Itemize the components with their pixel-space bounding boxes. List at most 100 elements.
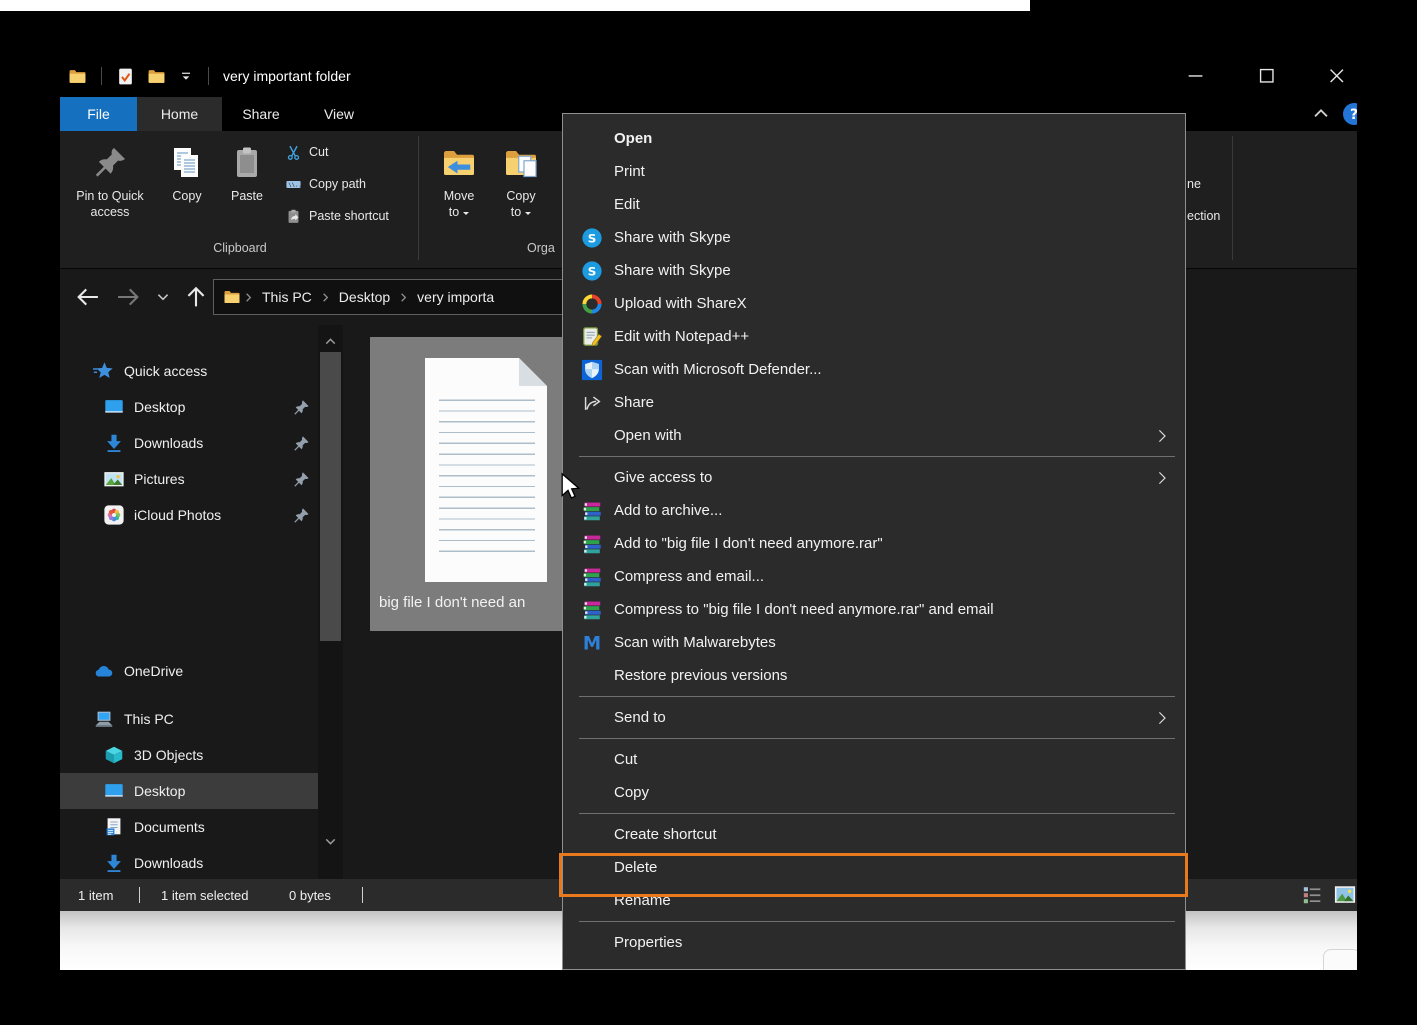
quick-access-properties-icon[interactable]	[116, 67, 135, 86]
sidebar-item-pictures[interactable]: Pictures	[60, 461, 318, 497]
recent-locations-chevron-icon[interactable]	[152, 283, 174, 311]
sidebar-item-downloads[interactable]: Downloads	[60, 425, 318, 461]
sidebar-scrollbar[interactable]	[318, 325, 343, 879]
sidebar-item-quick-access[interactable]: Quick access	[60, 353, 318, 389]
sidebar-item-label: This PC	[124, 711, 174, 727]
menu-item-add-to-archive[interactable]: Add to archive...	[563, 494, 1185, 527]
tab-home[interactable]: Home	[137, 97, 222, 131]
menu-item-label: Edit	[614, 196, 1171, 213]
pin-icon	[293, 507, 310, 524]
menu-item-scan-with-malwarebytes[interactable]: Scan with Malwarebytes	[563, 626, 1185, 659]
winrar-icon	[581, 599, 603, 621]
sidebar-item-label: Quick access	[124, 363, 207, 379]
help-icon[interactable]	[1342, 102, 1357, 126]
context-menu-items: Open Print Edit Share with Skype Share w…	[563, 122, 1185, 959]
pin-icon	[293, 471, 310, 488]
tab-view[interactable]: View	[300, 97, 378, 131]
move-to-icon	[441, 145, 477, 181]
menu-item-label: Send to	[614, 709, 1153, 726]
menu-item-send-to[interactable]: Send to	[563, 701, 1185, 734]
skype-icon	[581, 227, 603, 249]
menu-item-label: Scan with Malwarebytes	[614, 634, 1171, 651]
sidebar-item-label: Desktop	[134, 783, 185, 799]
close-button[interactable]	[1314, 55, 1357, 97]
menu-item-label: Properties	[614, 934, 1171, 951]
menu-item-open[interactable]: Open	[563, 122, 1185, 155]
sidebar-item-downloads[interactable]: Downloads	[60, 845, 318, 879]
menu-item-cut[interactable]: Cut	[563, 743, 1185, 776]
ribbon-group-divider	[1232, 136, 1233, 260]
ribbon-group-divider	[418, 136, 419, 260]
menu-item-edit-with-notepad[interactable]: Edit with Notepad++	[563, 320, 1185, 353]
menu-item-delete[interactable]: Delete	[563, 851, 1185, 884]
paste-shortcut-button[interactable]: Paste shortcut	[285, 203, 389, 229]
documents-icon	[103, 816, 125, 838]
copy-path-button[interactable]: Copy path	[285, 171, 366, 197]
menu-item-label: Add to "big file I don't need anymore.ra…	[614, 535, 1171, 552]
maximize-button[interactable]	[1244, 55, 1290, 97]
breadcrumb-chevron-icon[interactable]	[318, 290, 333, 305]
sidebar-item-this-pc[interactable]: This PC	[60, 701, 318, 737]
customize-quick-access-toolbar-icon[interactable]	[178, 68, 194, 84]
breadcrumb-current-folder[interactable]: very importa	[411, 289, 500, 305]
forward-icon[interactable]	[114, 283, 142, 311]
menu-item-edit[interactable]: Edit	[563, 188, 1185, 221]
menu-item-create-shortcut[interactable]: Create shortcut	[563, 818, 1185, 851]
tab-share[interactable]: Share	[222, 97, 300, 131]
cut-label: Cut	[309, 145, 328, 159]
menu-item-properties[interactable]: Properties	[563, 926, 1185, 959]
menu-item-scan-with-microsoft-defender[interactable]: Scan with Microsoft Defender...	[563, 353, 1185, 386]
sidebar-item-icloud-photos[interactable]: iCloud Photos	[60, 497, 318, 533]
menu-item-share-with-skype[interactable]: Share with Skype	[563, 254, 1185, 287]
sidebar-item-desktop[interactable]: Desktop	[60, 389, 318, 425]
close-icon	[1326, 65, 1348, 87]
sidebar-item-label: OneDrive	[124, 663, 183, 679]
sidebar-item-onedrive[interactable]: OneDrive	[60, 653, 318, 689]
sidebar-item-documents[interactable]: Documents	[60, 809, 318, 845]
move-to-button[interactable]: Moveto	[428, 137, 490, 261]
menu-item-label: Open	[614, 130, 1171, 147]
tab-file[interactable]: File	[60, 97, 137, 131]
submenu-chevron-icon	[1153, 469, 1171, 487]
quick-access-new-folder-icon[interactable]	[147, 67, 166, 86]
scroll-up-icon[interactable]	[322, 333, 339, 350]
minimize-button[interactable]	[1173, 55, 1219, 97]
scroll-down-icon[interactable]	[322, 833, 339, 850]
menu-item-restore-previous-versions[interactable]: Restore previous versions	[563, 659, 1185, 692]
back-icon[interactable]	[74, 283, 102, 311]
menu-item-share[interactable]: Share	[563, 386, 1185, 419]
menu-item-label: Rename	[614, 892, 1171, 909]
scissors-icon	[285, 144, 302, 161]
selection-size: 0 bytes	[289, 879, 331, 911]
menu-item-compress-to-big-file-i-don-t-need-anymore-rar-and-email[interactable]: Compress to "big file I don't need anymo…	[563, 593, 1185, 626]
sidebar-item-3d-objects[interactable]: 3D Objects	[60, 737, 318, 773]
menu-item-give-access-to[interactable]: Give access to	[563, 461, 1185, 494]
background-white-strip	[0, 0, 1030, 11]
thumbnail-view-icon[interactable]	[1332, 884, 1357, 906]
sidebar-item-label: Downloads	[134, 855, 203, 871]
scrollbar-thumb[interactable]	[320, 352, 341, 641]
menu-item-share-with-skype[interactable]: Share with Skype	[563, 221, 1185, 254]
cut-button[interactable]: Cut	[285, 139, 328, 165]
sidebar-item-desktop[interactable]: Desktop	[60, 773, 318, 809]
menu-item-label: Scan with Microsoft Defender...	[614, 361, 1171, 378]
breadcrumb-this-pc[interactable]: This PC	[256, 289, 318, 305]
sidebar-item-label: Pictures	[134, 471, 185, 487]
menu-item-compress-and-email[interactable]: Compress and email...	[563, 560, 1185, 593]
breadcrumb-desktop[interactable]: Desktop	[333, 289, 396, 305]
menu-item-add-to-big-file-i-don-t-need-anymore-rar[interactable]: Add to "big file I don't need anymore.ra…	[563, 527, 1185, 560]
titlebar-divider	[101, 67, 102, 85]
menu-item-print[interactable]: Print	[563, 155, 1185, 188]
up-icon[interactable]	[182, 283, 210, 311]
details-view-icon[interactable]	[1300, 884, 1326, 906]
selected-file-tile[interactable]: big file I don't need an	[370, 337, 582, 631]
menu-item-copy[interactable]: Copy	[563, 776, 1185, 809]
breadcrumb-chevron-icon[interactable]	[241, 290, 256, 305]
menu-item-open-with[interactable]: Open with	[563, 419, 1185, 452]
document-thumbnail-icon	[425, 358, 547, 582]
onedrive-icon	[93, 660, 115, 682]
menu-item-rename[interactable]: Rename	[563, 884, 1185, 917]
menu-item-upload-with-sharex[interactable]: Upload with ShareX	[563, 287, 1185, 320]
collapse-ribbon-icon[interactable]	[1310, 103, 1332, 125]
breadcrumb-chevron-icon[interactable]	[396, 290, 411, 305]
